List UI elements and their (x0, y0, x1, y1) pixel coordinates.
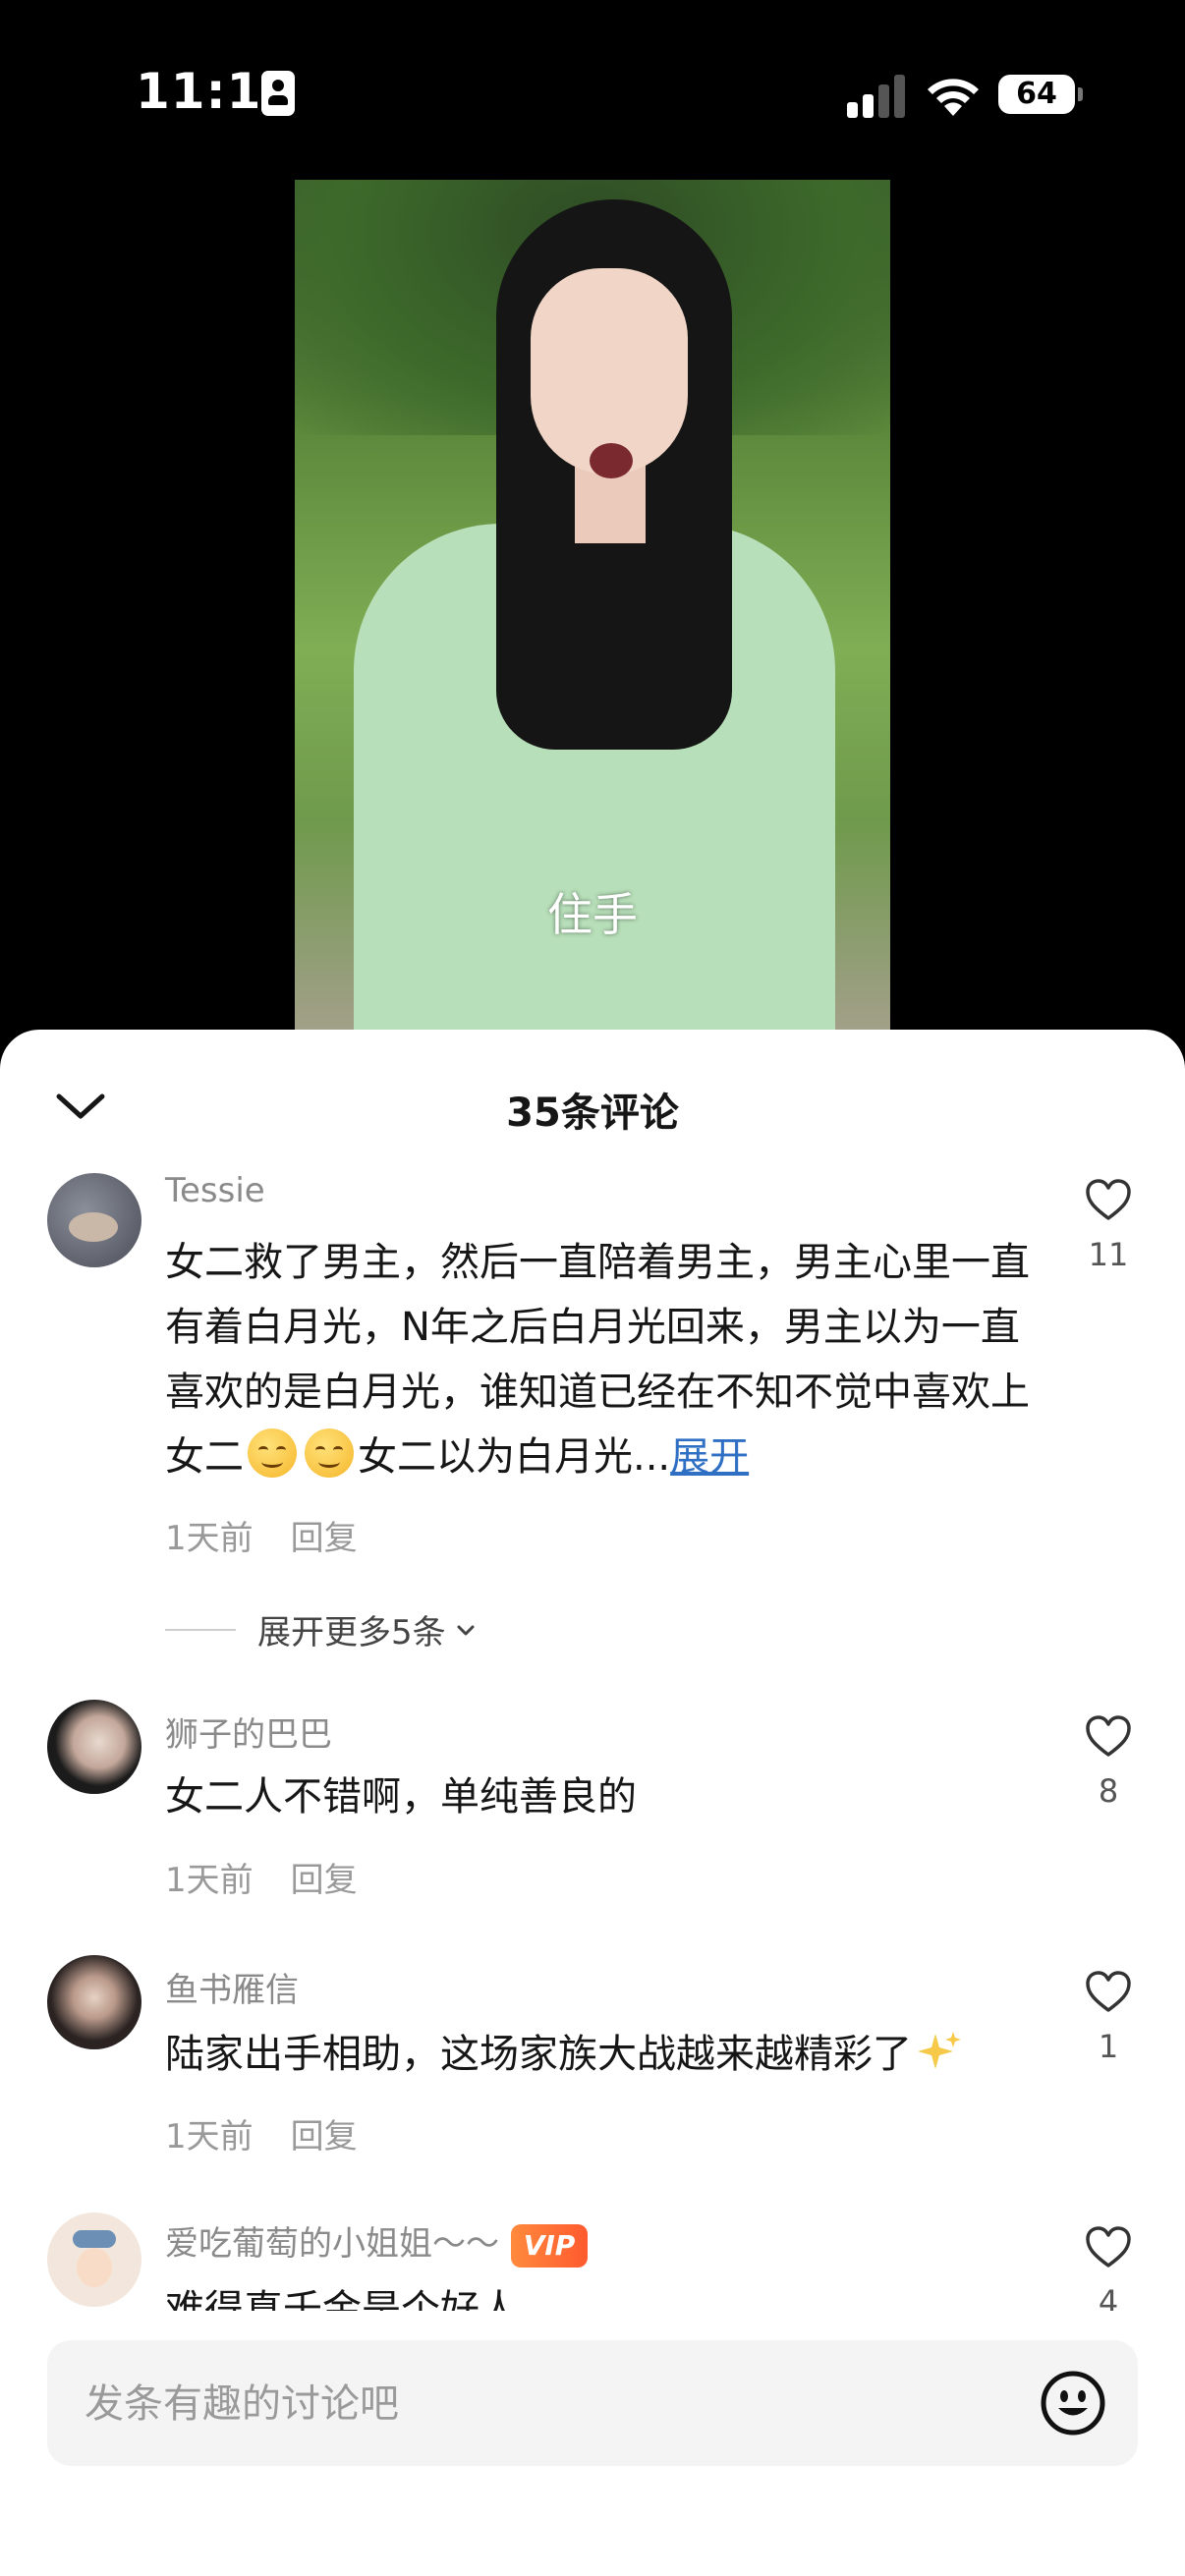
avatar[interactable] (47, 1955, 141, 2049)
vip-badge: VIP (511, 2223, 588, 2268)
divider-line (165, 1628, 236, 1631)
avatar[interactable] (47, 2212, 141, 2307)
heart-icon (1086, 1715, 1131, 1757)
avatar[interactable] (47, 1700, 141, 1794)
like-count: 1 (1098, 2028, 1119, 2065)
comment-meta: 1天前 回复 (165, 1511, 358, 1559)
comment-input-bar (47, 2340, 1138, 2466)
reply-button[interactable]: 回复 (291, 1519, 358, 1558)
comment-text: 女二救了男主，然后一直陪着男主，男主心里一直有着白月光，N年之后白月光回来，男主… (165, 1230, 1030, 1489)
comment-text: 难得真千金是个好人 (165, 2287, 519, 2311)
comment-username[interactable]: Tessie (165, 1171, 265, 1210)
comment-input[interactable] (83, 2368, 1020, 2440)
emoji-smiley-icon[interactable] (1040, 2370, 1106, 2436)
expand-more-replies-button[interactable]: 展开更多5条 (165, 1605, 478, 1652)
comment-text: 女二人不错啊，单纯善良的 (165, 1774, 637, 1820)
comment-username[interactable]: 鱼书雁信 (165, 1963, 299, 2011)
smiling-emoji-icon (248, 1428, 297, 1478)
comment-time: 1天前 (165, 1861, 254, 1900)
heart-icon (1086, 2226, 1131, 2268)
avatar[interactable] (47, 1173, 141, 1267)
comment-username[interactable]: 狮子的巴巴 (165, 1708, 332, 1756)
like-button[interactable]: 11 (1081, 1177, 1136, 1273)
heart-icon (1086, 1179, 1131, 1220)
like-count: 4 (1098, 2283, 1119, 2311)
comment-meta: 1天前 回复 (165, 1853, 358, 1901)
comment-username-text[interactable]: 爱吃葡萄的小姐姐～～ (165, 2224, 499, 2264)
reply-button[interactable]: 回复 (291, 2117, 358, 2156)
heart-icon (1086, 1971, 1131, 2012)
comments-list[interactable]: Tessie 女二救了男主，然后一直陪着男主，男主心里一直有着白月光，N年之后白… (0, 0, 1185, 2311)
comment-text: 陆家出手相助，这场家族大战越来越精彩了 (165, 2022, 1030, 2087)
comment-text-part: 陆家出手相助，这场家族大战越来越精彩了 (165, 2032, 912, 2077)
like-count: 8 (1098, 1772, 1119, 1810)
reply-button[interactable]: 回复 (291, 1861, 358, 1900)
like-button[interactable]: 1 (1081, 1969, 1136, 2065)
sparkles-emoji-icon (918, 2032, 961, 2069)
comment-time: 1天前 (165, 2117, 254, 2156)
like-button[interactable]: 8 (1081, 1713, 1136, 1810)
like-count: 11 (1088, 1236, 1129, 1273)
smiling-emoji-icon (305, 1428, 354, 1478)
expand-comment-link[interactable]: 展开 (670, 1434, 749, 1480)
like-button[interactable]: 4 (1081, 2224, 1136, 2311)
comment-meta: 1天前 回复 (165, 2109, 358, 2157)
comment-time: 1天前 (165, 1519, 254, 1558)
comment-text-part: 女二以为白月光... (358, 1434, 671, 1480)
expand-more-replies-label: 展开更多5条 (257, 1613, 446, 1652)
chevron-down-icon (457, 1625, 475, 1635)
comment-username: 爱吃葡萄的小姐姐～～ VIP (165, 2216, 588, 2268)
